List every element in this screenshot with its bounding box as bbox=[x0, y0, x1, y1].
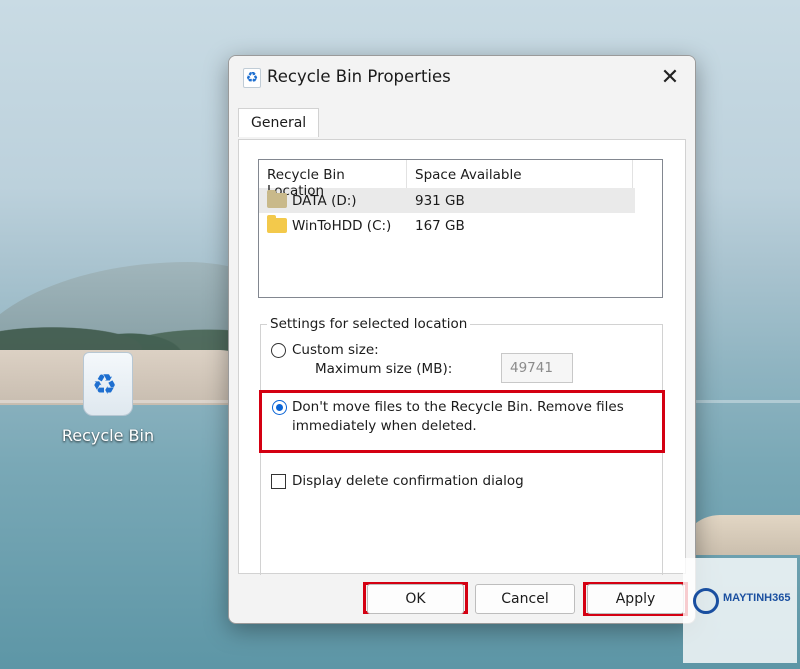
maytinh365-logo-icon bbox=[693, 588, 719, 614]
list-header: Recycle Bin Location Space Available bbox=[259, 160, 662, 199]
location-list[interactable]: Recycle Bin Location Space Available DAT… bbox=[258, 159, 663, 298]
recycle-bin-icon: ♻ bbox=[83, 352, 133, 416]
close-icon[interactable]: ✕ bbox=[655, 64, 685, 92]
ok-button[interactable]: OK bbox=[367, 584, 464, 614]
row-space: 931 GB bbox=[415, 192, 465, 209]
display-confirm-checkbox[interactable] bbox=[271, 474, 286, 489]
list-row[interactable]: WinToHDD (C:) 167 GB bbox=[259, 213, 662, 238]
display-confirm-label[interactable]: Display delete confirmation dialog bbox=[292, 472, 524, 490]
list-row[interactable]: DATA (D:) 931 GB bbox=[259, 188, 635, 213]
row-location: DATA (D:) bbox=[292, 192, 357, 209]
column-header-space[interactable]: Space Available bbox=[407, 160, 633, 188]
dont-move-label-line2[interactable]: immediately when deleted. bbox=[292, 417, 477, 435]
watermark: MAYTINH365 bbox=[683, 558, 797, 663]
desktop-recycle-bin[interactable]: ♻ Recycle Bin bbox=[58, 352, 158, 445]
column-header-location[interactable]: Recycle Bin Location bbox=[259, 160, 407, 199]
apply-button[interactable]: Apply bbox=[587, 584, 684, 614]
tab-general[interactable]: General bbox=[238, 108, 320, 137]
dialog-title: Recycle Bin Properties bbox=[267, 67, 451, 86]
recycle-bin-properties-dialog: ♻ Recycle Bin Properties ✕ General Recyc… bbox=[228, 55, 696, 624]
folder-icon bbox=[267, 190, 287, 208]
custom-size-label[interactable]: Custom size: bbox=[292, 341, 379, 359]
background-right-shore bbox=[680, 515, 800, 555]
general-panel: Recycle Bin Location Space Available DAT… bbox=[238, 139, 686, 575]
title-bar[interactable]: ♻ Recycle Bin Properties ✕ bbox=[229, 56, 695, 100]
folder-icon bbox=[267, 215, 287, 233]
watermark-brand: MAYTINH365 bbox=[723, 592, 791, 604]
max-size-input[interactable]: 49741 bbox=[501, 353, 573, 383]
row-location: WinToHDD (C:) bbox=[292, 217, 392, 234]
desktop-recycle-bin-label: Recycle Bin bbox=[61, 426, 155, 445]
settings-group-legend: Settings for selected location bbox=[267, 316, 471, 332]
dont-move-label-line1[interactable]: Don't move files to the Recycle Bin. Rem… bbox=[292, 398, 624, 416]
row-space: 167 GB bbox=[415, 217, 465, 234]
custom-size-radio[interactable] bbox=[271, 343, 286, 358]
dont-move-radio[interactable] bbox=[272, 400, 287, 415]
cancel-button[interactable]: Cancel bbox=[475, 584, 575, 614]
max-size-label: Maximum size (MB): bbox=[315, 361, 453, 377]
recycle-bin-small-icon: ♻ bbox=[243, 68, 261, 88]
